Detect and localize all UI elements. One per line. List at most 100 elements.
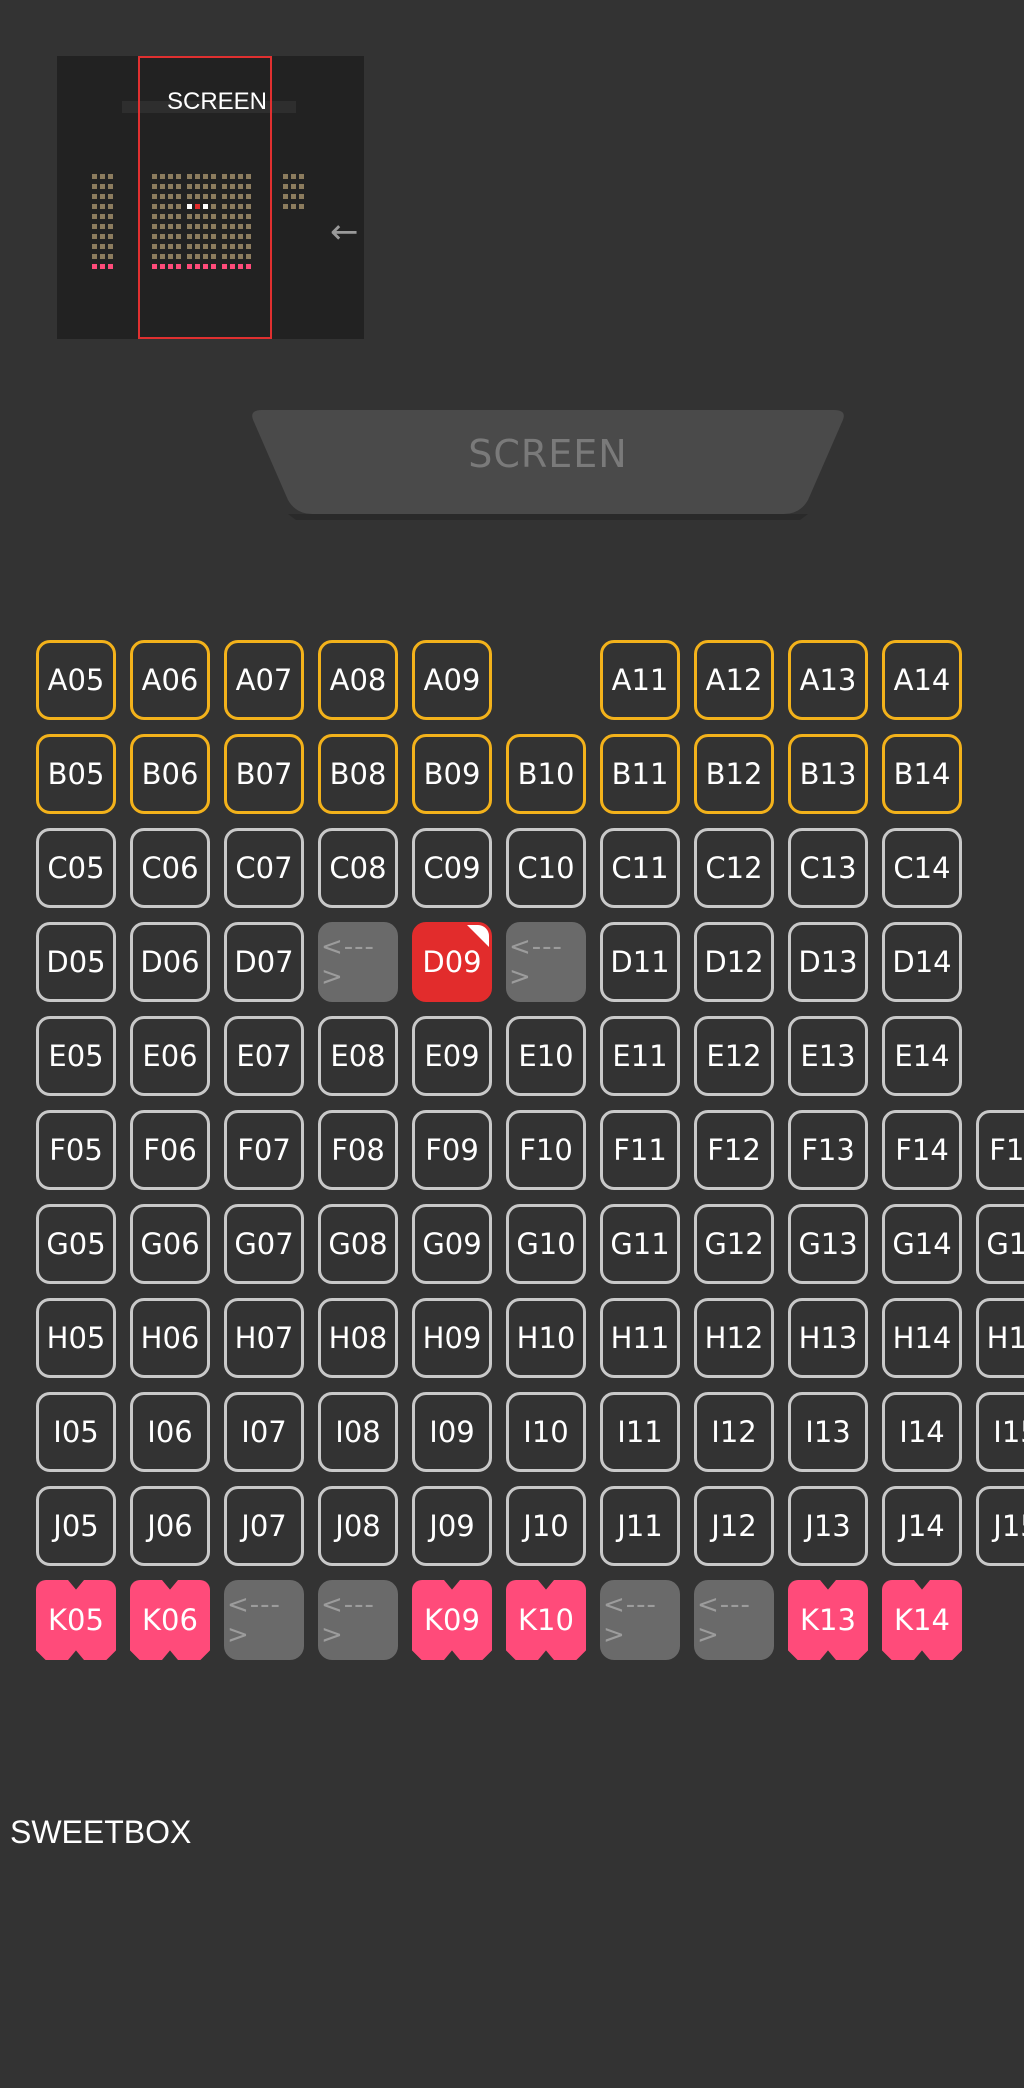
seat-d06[interactable]: D06 [130,922,210,1002]
seat-g13[interactable]: G13 [788,1204,868,1284]
seat-i10[interactable]: I10 [506,1392,586,1472]
seat-h07[interactable]: H07 [224,1298,304,1378]
seat-g07[interactable]: G07 [224,1204,304,1284]
seat-c12[interactable]: C12 [694,828,774,908]
seat-e13[interactable]: E13 [788,1016,868,1096]
seat-g10[interactable]: G10 [506,1204,586,1284]
seat-d07[interactable]: D07 [224,922,304,1002]
seat-i05[interactable]: I05 [36,1392,116,1472]
seat-e07[interactable]: E07 [224,1016,304,1096]
seat-c07[interactable]: C07 [224,828,304,908]
seat-d09[interactable]: D09 [412,922,492,1002]
seat-e12[interactable]: E12 [694,1016,774,1096]
seat-j12[interactable]: J12 [694,1486,774,1566]
seat-f10[interactable]: F10 [506,1110,586,1190]
seat-b10[interactable]: B10 [506,734,586,814]
seat-d13[interactable]: D13 [788,922,868,1002]
seat-i13[interactable]: I13 [788,1392,868,1472]
seat-h08[interactable]: H08 [318,1298,398,1378]
seat-f08[interactable]: F08 [318,1110,398,1190]
seat-g11[interactable]: G11 [600,1204,680,1284]
seat-f14[interactable]: F14 [882,1110,962,1190]
seat-i08[interactable]: I08 [318,1392,398,1472]
seat-a11[interactable]: A11 [600,640,680,720]
seat-f12[interactable]: F12 [694,1110,774,1190]
seat-g15[interactable]: G15 [976,1204,1024,1284]
seat-d12[interactable]: D12 [694,922,774,1002]
seat-e08[interactable]: E08 [318,1016,398,1096]
seat-f09[interactable]: F09 [412,1110,492,1190]
seat-i12[interactable]: I12 [694,1392,774,1472]
seat-e11[interactable]: E11 [600,1016,680,1096]
seat-j14[interactable]: J14 [882,1486,962,1566]
seat-b13[interactable]: B13 [788,734,868,814]
seat-c08[interactable]: C08 [318,828,398,908]
seat-k10[interactable]: K10 [506,1580,586,1660]
seat-h09[interactable]: H09 [412,1298,492,1378]
seat-g08[interactable]: G08 [318,1204,398,1284]
seat-j06[interactable]: J06 [130,1486,210,1566]
seat-i15[interactable]: I15 [976,1392,1024,1472]
seat-g14[interactable]: G14 [882,1204,962,1284]
seat-b05[interactable]: B05 [36,734,116,814]
seat-j08[interactable]: J08 [318,1486,398,1566]
seat-h06[interactable]: H06 [130,1298,210,1378]
seat-a06[interactable]: A06 [130,640,210,720]
seat-j15[interactable]: J15 [976,1486,1024,1566]
seat-j13[interactable]: J13 [788,1486,868,1566]
seat-b11[interactable]: B11 [600,734,680,814]
seat-e05[interactable]: E05 [36,1016,116,1096]
seat-k14[interactable]: K14 [882,1580,962,1660]
seat-c09[interactable]: C09 [412,828,492,908]
seat-i11[interactable]: I11 [600,1392,680,1472]
seat-i06[interactable]: I06 [130,1392,210,1472]
seat-c14[interactable]: C14 [882,828,962,908]
seat-i07[interactable]: I07 [224,1392,304,1472]
seat-g09[interactable]: G09 [412,1204,492,1284]
seat-k05[interactable]: K05 [36,1580,116,1660]
seat-b12[interactable]: B12 [694,734,774,814]
seat-c11[interactable]: C11 [600,828,680,908]
seat-i14[interactable]: I14 [882,1392,962,1472]
seat-d11[interactable]: D11 [600,922,680,1002]
seat-j07[interactable]: J07 [224,1486,304,1566]
seat-f07[interactable]: F07 [224,1110,304,1190]
seat-c10[interactable]: C10 [506,828,586,908]
seat-h14[interactable]: H14 [882,1298,962,1378]
seat-f06[interactable]: F06 [130,1110,210,1190]
seat-b14[interactable]: B14 [882,734,962,814]
seat-k06[interactable]: K06 [130,1580,210,1660]
seat-h10[interactable]: H10 [506,1298,586,1378]
seat-a13[interactable]: A13 [788,640,868,720]
seat-h15[interactable]: H15 [976,1298,1024,1378]
seat-g06[interactable]: G06 [130,1204,210,1284]
seat-a08[interactable]: A08 [318,640,398,720]
seat-c05[interactable]: C05 [36,828,116,908]
seat-k13[interactable]: K13 [788,1580,868,1660]
seat-j05[interactable]: J05 [36,1486,116,1566]
seat-f05[interactable]: F05 [36,1110,116,1190]
seat-e06[interactable]: E06 [130,1016,210,1096]
seat-a12[interactable]: A12 [694,640,774,720]
seat-h11[interactable]: H11 [600,1298,680,1378]
seat-c06[interactable]: C06 [130,828,210,908]
seat-g12[interactable]: G12 [694,1204,774,1284]
seat-j11[interactable]: J11 [600,1486,680,1566]
seat-a09[interactable]: A09 [412,640,492,720]
seat-h13[interactable]: H13 [788,1298,868,1378]
seat-g05[interactable]: G05 [36,1204,116,1284]
seat-f13[interactable]: F13 [788,1110,868,1190]
seat-a14[interactable]: A14 [882,640,962,720]
seat-f11[interactable]: F11 [600,1110,680,1190]
seat-b08[interactable]: B08 [318,734,398,814]
seat-e09[interactable]: E09 [412,1016,492,1096]
seat-c13[interactable]: C13 [788,828,868,908]
seat-h05[interactable]: H05 [36,1298,116,1378]
seat-a07[interactable]: A07 [224,640,304,720]
seat-d14[interactable]: D14 [882,922,962,1002]
seat-b09[interactable]: B09 [412,734,492,814]
seat-h12[interactable]: H12 [694,1298,774,1378]
seat-i09[interactable]: I09 [412,1392,492,1472]
seat-b07[interactable]: B07 [224,734,304,814]
seat-j10[interactable]: J10 [506,1486,586,1566]
